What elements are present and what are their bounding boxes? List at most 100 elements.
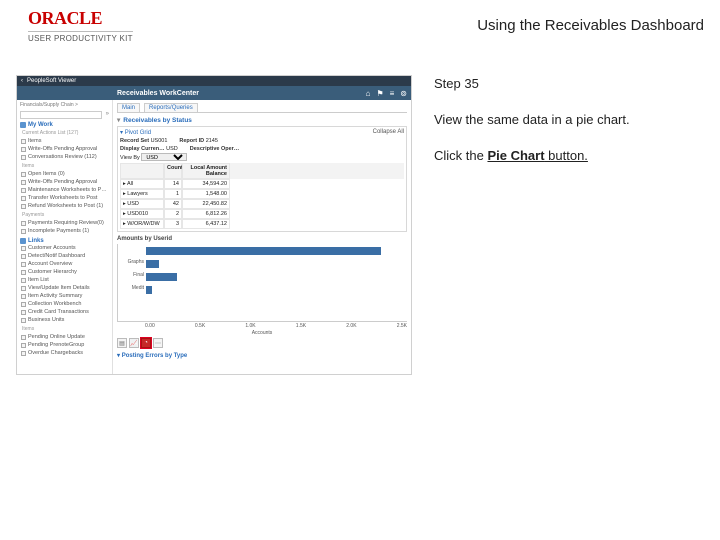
options-button[interactable]: ⋯ (153, 338, 163, 348)
sidebar-link-item[interactable]: Business Units (20, 316, 109, 324)
oracle-logo-text: ORACLE (28, 8, 133, 29)
chart-xtick: 1.0K (245, 323, 255, 329)
chart-toolbar: ▤ 📈 ◔ ⋯ (117, 338, 407, 348)
chart-bar-label: Final (118, 272, 144, 278)
sidebar-item[interactable]: Open Items (0) (20, 170, 109, 178)
table-cell: ▸ All (120, 179, 164, 189)
sidebar-link-item[interactable]: Account Overview (20, 260, 109, 268)
sidebar-group-label: Items (22, 163, 109, 169)
pivot-viewby-select[interactable]: USD (141, 153, 187, 161)
chart-bar (146, 286, 152, 294)
page-title: Using the Receivables Dashboard (477, 17, 704, 34)
step-inst2-button-name: Pie Chart (487, 148, 544, 163)
app-navbar: Receivables WorkCenter ⌂ ⚑ ≡ ⊚ (17, 86, 411, 100)
oracle-logo: ORACLE USER PRODUCTIVITY KIT (28, 8, 133, 43)
collapse-all-link[interactable]: Collapse All (373, 129, 404, 136)
sidebar-item[interactable]: Transfer Worksheets to Post (20, 194, 109, 202)
hbar-chart: GraphsFinalMedit (117, 244, 407, 322)
pivot-panel-title: ▾ Receivables by Status (117, 116, 407, 124)
pivot-record-set-val: US001 (151, 138, 168, 144)
flag-icon[interactable]: ⚑ (376, 89, 383, 98)
tab-bar: Main Reports/Queries (117, 103, 407, 113)
tab-reports[interactable]: Reports/Queries (144, 103, 198, 112)
pivot-record-set-label: Record Set (120, 138, 149, 144)
table-cell: 34,594.20 (182, 179, 230, 189)
collapse-icon[interactable]: ▾ (117, 116, 120, 124)
chart-bar-row (146, 257, 407, 270)
table-row[interactable]: ▸ USD01026,812.26 (120, 209, 404, 219)
table-row[interactable]: ▸ USD4222,450.82 (120, 199, 404, 209)
sidebar-mywork-label: My Work (28, 122, 53, 128)
upk-subtitle: USER PRODUCTIVITY KIT (28, 31, 133, 43)
sidebar-mywork-header[interactable]: My Work (20, 122, 109, 128)
step-instruction-2: Click the Pie Chart button. (434, 147, 704, 165)
sidebar-link-item[interactable]: Credit Card Transactions (20, 308, 109, 316)
step-instructions: Step 35 View the same data in a pie char… (434, 75, 704, 375)
line-chart-button[interactable]: 📈 (129, 338, 139, 348)
table-cell: ▸ Lawyers (120, 189, 164, 199)
table-row[interactable]: ▸ All1434,594.20 (120, 179, 404, 189)
table-row[interactable]: ▸ W/OR/W/DW36,437.12 (120, 219, 404, 229)
page-header: ORACLE USER PRODUCTIVITY KIT Using the R… (0, 0, 720, 47)
sidebar-link-item[interactable]: Item List (20, 276, 109, 284)
posting-errors-header[interactable]: ▾ Posting Errors by Type (117, 352, 407, 359)
table-cell: 1,548.00 (182, 189, 230, 199)
chart-bar-label: Graphs (118, 259, 144, 265)
sidebar-item[interactable]: Conversations Review (112) (20, 153, 109, 161)
sidebar-link-item[interactable]: View/Update Item Details (20, 284, 109, 292)
home-icon[interactable]: ⌂ (366, 89, 371, 98)
table-cell: ▸ USD010 (120, 209, 164, 219)
sidebar-group-label: Current Actions List (127) (22, 130, 109, 136)
chart-bar (146, 260, 159, 268)
tab-main[interactable]: Main (117, 103, 140, 112)
table-cell: 22,450.82 (182, 199, 230, 209)
sidebar-subhead-items: Items (22, 326, 109, 332)
sidebar-item[interactable]: Maintenance Worksheets to Po… (20, 186, 109, 194)
chart-xaxis: 0.000.5K1.0K1.5K2.0K2.5K (117, 323, 407, 329)
sidebar-link-item[interactable]: Pending Online Update (20, 333, 109, 341)
sidebar-search-input[interactable] (20, 111, 102, 119)
sidebar-item[interactable]: Items (20, 137, 109, 145)
chart-xtick: 1.5K (296, 323, 306, 329)
pivot-grid: Count Local Amount Balance ▸ All1434,594… (120, 163, 404, 229)
chart-title: Amounts by Userid (117, 236, 407, 242)
back-icon[interactable]: ‹ (21, 78, 23, 84)
sidebar-item[interactable]: Refund Worksheets to Post (1) (20, 202, 109, 210)
step-number: Step 35 (434, 75, 704, 93)
chart-bar (146, 273, 177, 281)
grid-col2: Local Amount Balance (182, 163, 230, 179)
table-cell: 6,812.26 (182, 209, 230, 219)
pie-chart-button[interactable]: ◔ (141, 338, 151, 348)
sidebar-link-item[interactable]: Overdue Chargebacks (20, 349, 109, 357)
sidebar-link-item[interactable]: Pending PrenoteGroup (20, 341, 109, 349)
menu-icon[interactable]: ≡ (390, 89, 395, 98)
sidebar-link-item[interactable]: Detect/Notif Dashboard (20, 252, 109, 260)
sidebar-item[interactable]: Payments Requiring Review(0) (20, 219, 109, 227)
viewer-title: PeopleSoft Viewer (27, 78, 76, 84)
pivot-report-id-val: 2145 (206, 138, 218, 144)
sidebar: Financials/Supply Chain > My Work Curren… (17, 100, 113, 374)
gear-icon[interactable]: ⊚ (400, 89, 407, 98)
sidebar-link-item[interactable]: Customer Accounts (20, 244, 109, 252)
table-row[interactable]: ▸ Lawyers11,548.00 (120, 189, 404, 199)
main-area: Main Reports/Queries ▾ Receivables by St… (113, 100, 411, 374)
pivot-display-curr-label: Display Curren… (120, 146, 165, 152)
sidebar-item[interactable]: Write-Offs Pending Approval (20, 145, 109, 153)
sidebar-item[interactable]: Write-Offs Pending Approval (20, 178, 109, 186)
breadcrumb: Financials/Supply Chain > (20, 102, 109, 108)
bar-chart-button[interactable]: ▤ (117, 338, 127, 348)
step-inst2-post: button. (545, 148, 588, 163)
chart-bar (146, 247, 381, 255)
pivot-grid-panel: ▾ Pivot Grid Collapse All Record Set US0… (117, 126, 407, 232)
step-inst2-pre: Click the (434, 148, 487, 163)
sidebar-item[interactable]: Incomplete Payments (1) (20, 227, 109, 235)
app-viewer-bar: ‹ PeopleSoft Viewer (17, 76, 411, 86)
chart-xaxis-title: Accounts (117, 330, 407, 336)
sidebar-link-item[interactable]: Customer Hierarchy (20, 268, 109, 276)
table-cell: 42 (164, 199, 182, 209)
grid-col0 (120, 163, 164, 179)
posting-errors-label: Posting Errors by Type (122, 353, 188, 359)
sidebar-link-item[interactable]: Collection Workbench (20, 300, 109, 308)
sidebar-link-item[interactable]: Item Activity Summary (20, 292, 109, 300)
chart-xtick: 2.5K (397, 323, 407, 329)
